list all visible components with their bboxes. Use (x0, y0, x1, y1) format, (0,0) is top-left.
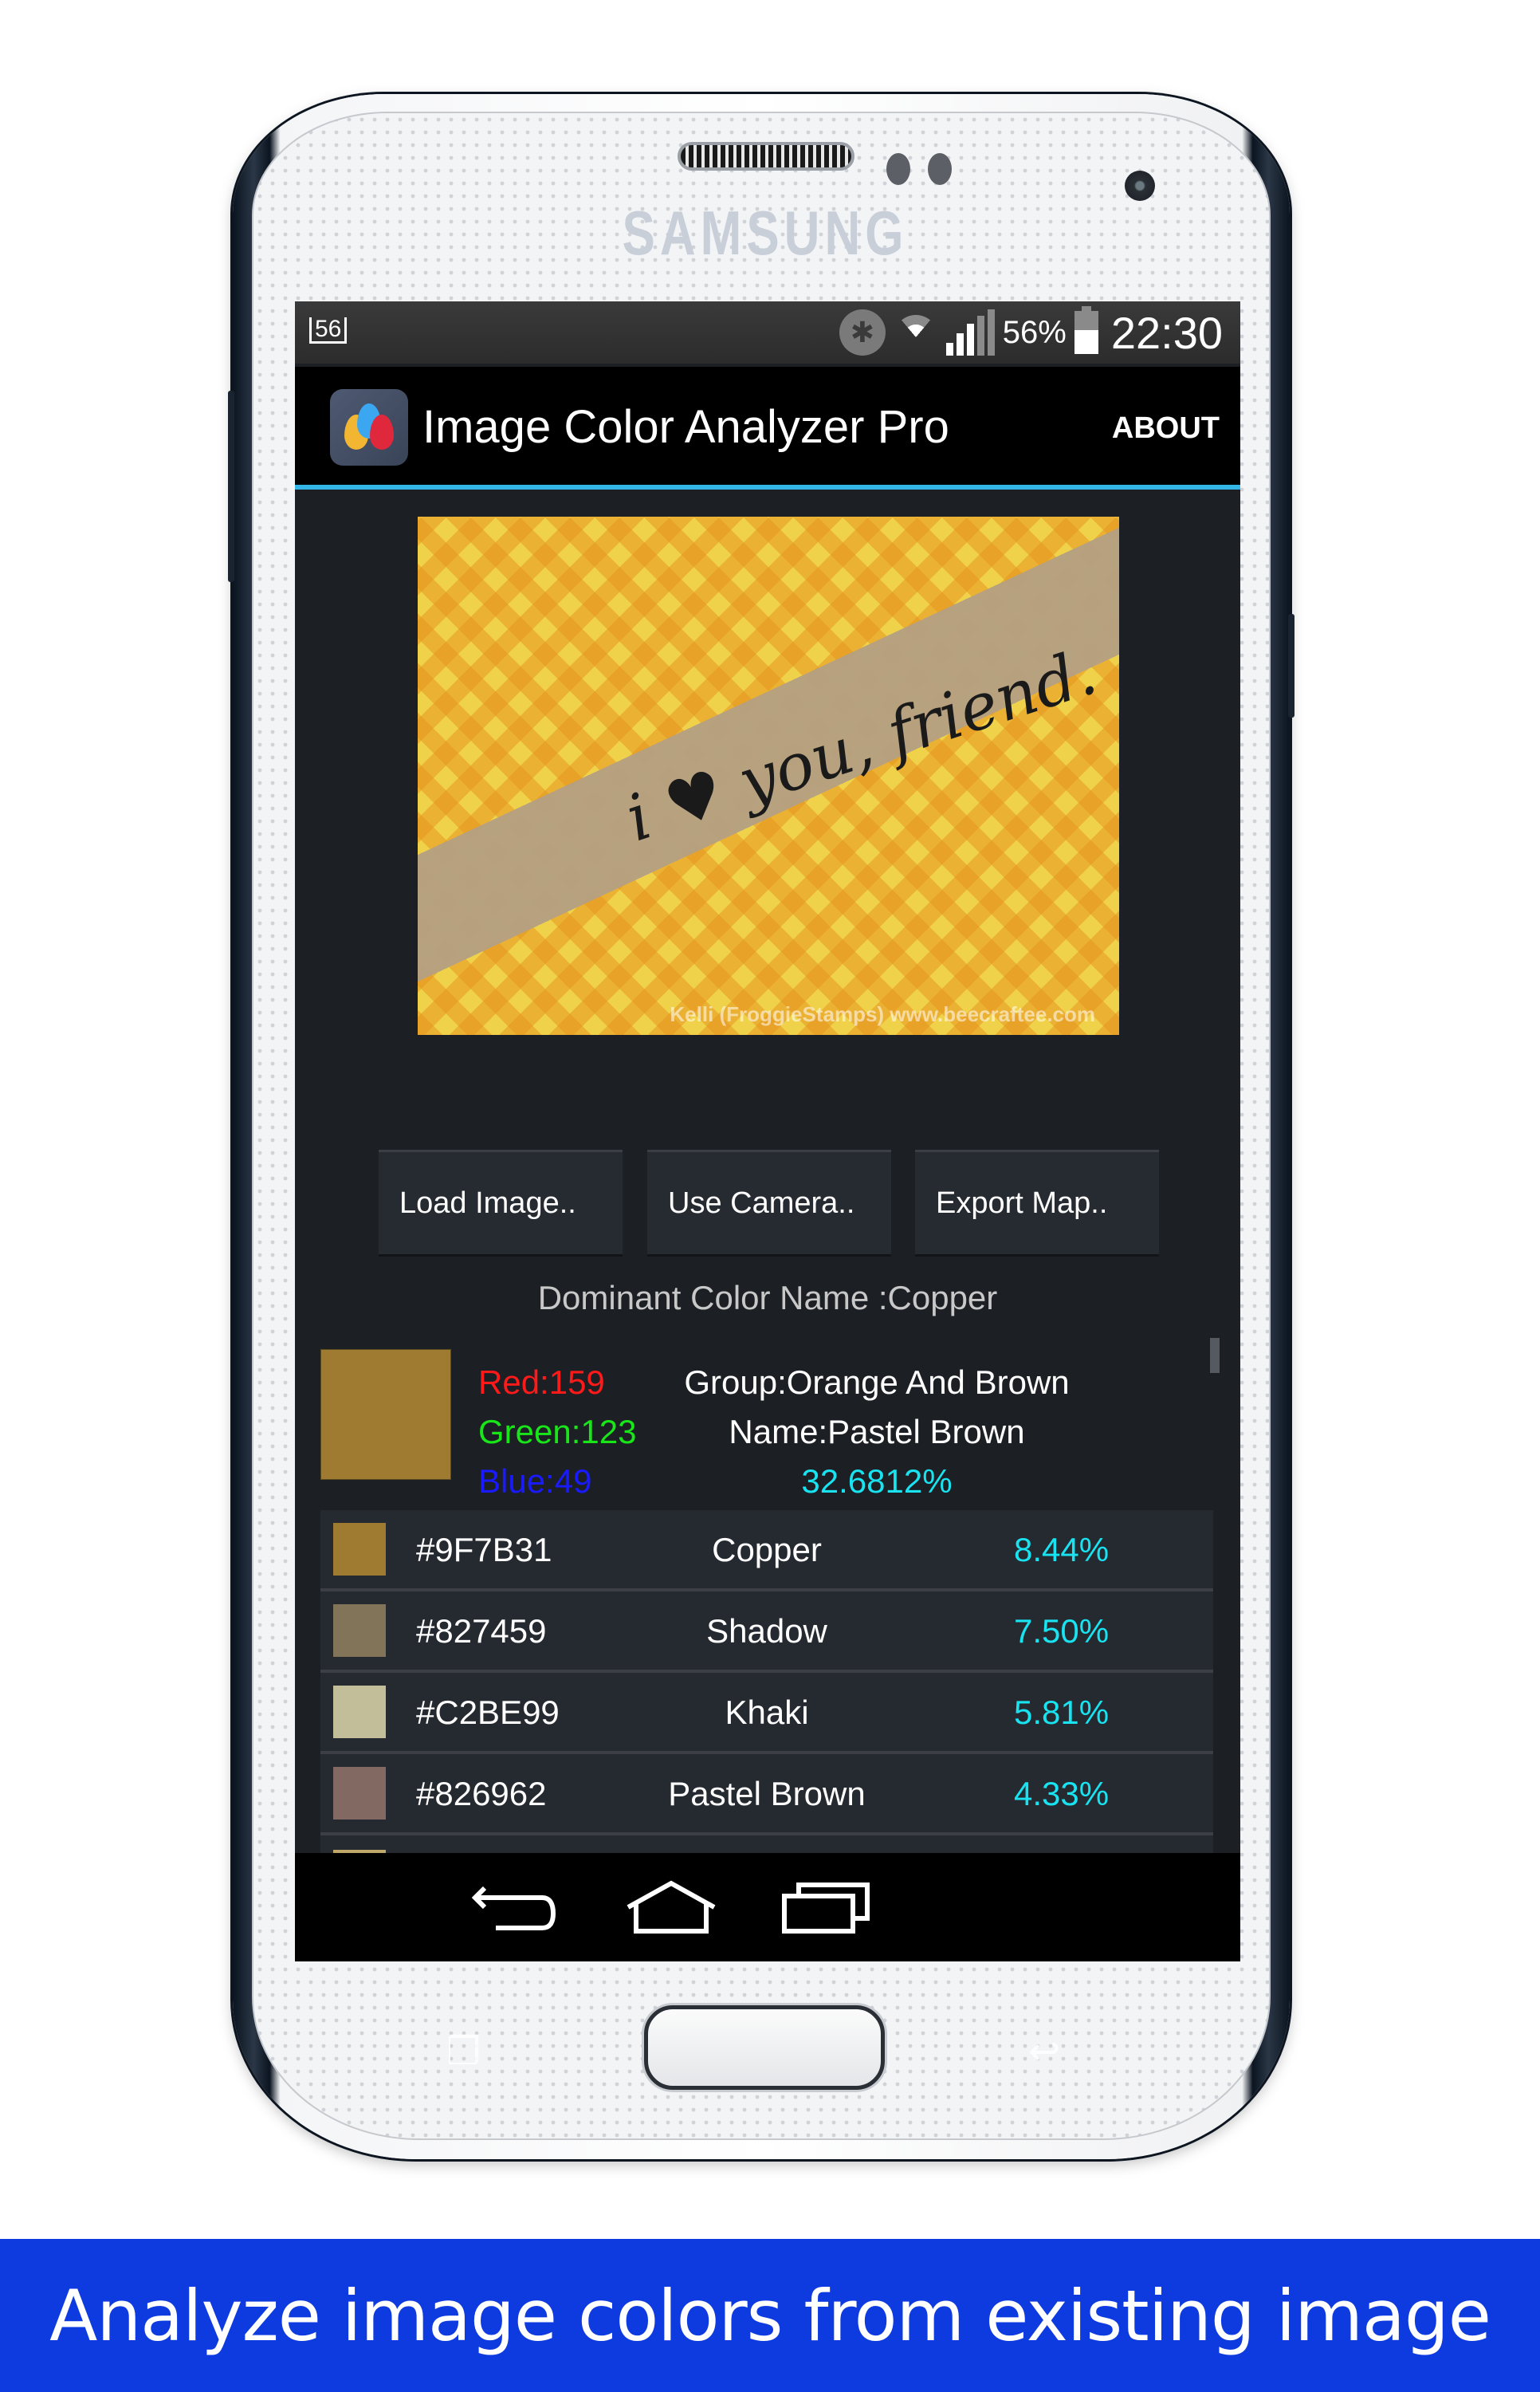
clock: 22:30 (1110, 307, 1223, 358)
phone-screen: 56 ✱ 56% 22:30 Image Color Analyzer Pro … (295, 301, 1240, 1961)
notification-badge: 56 (309, 317, 348, 344)
brand-logo: SAMSUNG (622, 199, 909, 269)
green-value: Green:123 (478, 1413, 637, 1450)
proximity-sensor (886, 153, 910, 185)
color-row[interactable]: #C2BE99 Khaki 5.81% (320, 1673, 1213, 1754)
scrollbar[interactable] (1210, 1338, 1220, 1373)
earpiece-speaker (678, 142, 854, 171)
color-list: #9F7B31 Copper 8.44% #827459 Shadow 7.50… (320, 1510, 1213, 1867)
color-name: Pastel Brown (668, 1775, 866, 1812)
hardware-back-icon[interactable]: ↩ (1028, 2029, 1060, 2074)
main-content: i ♥ you, friend. Kelli (FroggieStamps) w… (295, 490, 1240, 1867)
color-swatch (333, 1523, 386, 1576)
color-hex: #9F7B31 (416, 1531, 552, 1568)
color-name: Name:Pastel Brown (729, 1413, 1025, 1450)
hardware-recent-icon[interactable]: ❐ (446, 2029, 481, 2074)
status-bar: 56 ✱ 56% 22:30 (295, 301, 1240, 364)
dominant-color-swatch (320, 1349, 451, 1480)
color-percent: 7.50% (1014, 1612, 1110, 1650)
use-camera-button[interactable]: Use Camera.. (647, 1150, 891, 1257)
preview-image-watermark: Kelli (FroggieStamps) www.beecraftee.com (670, 1002, 1095, 1026)
load-image-button[interactable]: Load Image.. (379, 1150, 623, 1257)
color-percent: 5.81% (1014, 1694, 1110, 1731)
dominant-color-label: Dominant Color Name :Copper (537, 1279, 998, 1316)
caption-banner: Analyze image colors from existing image (0, 2239, 1540, 2392)
battery-percent: 56% (1002, 314, 1067, 350)
color-hex: #C2BE99 (416, 1694, 560, 1731)
battery-icon (1074, 306, 1098, 354)
about-button[interactable]: ABOUT (1112, 411, 1220, 446)
signal-icon (945, 309, 995, 356)
color-name: Copper (712, 1531, 822, 1568)
app-logo-icon (330, 389, 408, 466)
color-row[interactable]: #9F7B31 Copper 8.44% (320, 1510, 1213, 1591)
home-icon[interactable] (623, 1880, 719, 1936)
action-bar: Image Color Analyzer Pro ABOUT (295, 367, 1240, 490)
recent-apps-icon[interactable] (778, 1880, 874, 1936)
color-group: Group:Orange And Brown (684, 1363, 1070, 1401)
bluetooth-icon: ✱ (839, 309, 886, 356)
color-percent: 4.33% (1014, 1775, 1110, 1812)
hardware-home-button[interactable] (644, 2005, 885, 2090)
color-row[interactable]: #827459 Shadow 7.50% (320, 1591, 1213, 1673)
blue-value: Blue:49 (478, 1462, 592, 1500)
color-swatch (333, 1686, 386, 1738)
caption-text: Analyze image colors from existing image (49, 2274, 1491, 2357)
export-map-button[interactable]: Export Map.. (915, 1150, 1159, 1257)
dominant-percent: 32.6812% (801, 1462, 953, 1500)
app-title: Image Color Analyzer Pro (422, 401, 949, 453)
color-swatch (333, 1604, 386, 1657)
red-value: Red:159 (478, 1363, 605, 1401)
preview-image-banner-text: i ♥ you, friend. (617, 634, 1106, 856)
color-swatch (333, 1767, 386, 1820)
light-sensor (928, 153, 952, 185)
color-name: Shadow (706, 1612, 827, 1650)
color-row[interactable]: #826962 Pastel Brown 4.33% (320, 1754, 1213, 1835)
color-percent: 8.44% (1014, 1531, 1110, 1568)
color-hex: #827459 (416, 1612, 547, 1650)
back-icon[interactable] (469, 1880, 564, 1936)
power-button (1288, 614, 1294, 718)
wifi-icon (893, 310, 938, 360)
front-camera-icon (1125, 171, 1155, 201)
preview-image: i ♥ you, friend. Kelli (FroggieStamps) w… (418, 517, 1119, 1035)
color-name: Khaki (725, 1694, 809, 1731)
volume-button (228, 391, 234, 582)
color-hex: #826962 (416, 1775, 547, 1812)
navigation-bar (295, 1853, 1240, 1961)
